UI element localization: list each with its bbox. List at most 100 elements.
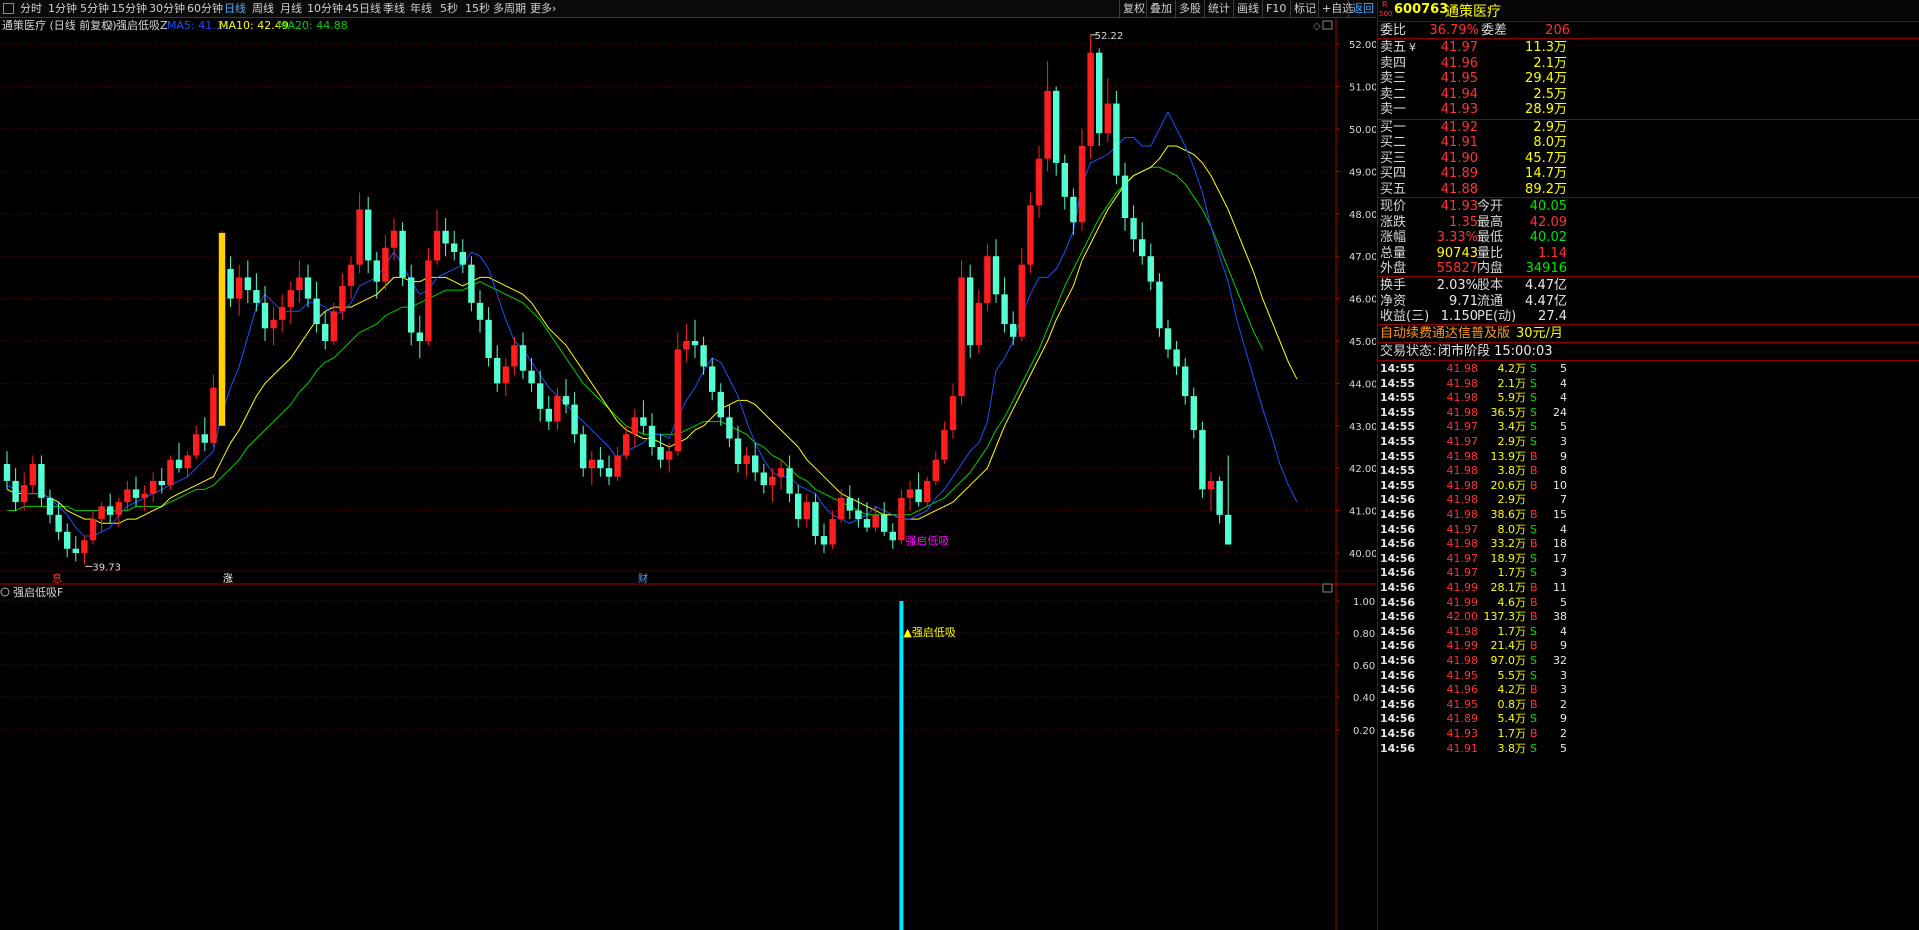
candle-body-72	[623, 434, 630, 456]
diamond-icon[interactable]: ◇	[1313, 21, 1321, 32]
tick-row[interactable]: 14:55 41.98 36.5万 S 24	[1378, 406, 1919, 421]
period-tab-3[interactable]: 15分钟	[111, 0, 147, 17]
tick-row[interactable]: 14:56 41.99 4.6万 B 5	[1378, 596, 1919, 611]
bid-row-0[interactable]: 买一 41.92 2.9万	[1378, 120, 1919, 135]
period-tab-15[interactable]: 多周期	[493, 0, 526, 17]
sub-window-icon[interactable]	[1322, 583, 1333, 593]
tick-vol-8: 20.6万	[1490, 478, 1527, 492]
period-tab-4[interactable]: 30分钟	[149, 0, 185, 17]
tick-row[interactable]: 14:55 41.97 2.9万 S 3	[1378, 435, 1919, 450]
ask-row-4[interactable]: 卖一 41.93 28.9万	[1378, 102, 1919, 117]
ask-row-0[interactable]: 卖五 ¥41.97 11.3万	[1378, 40, 1919, 55]
candle-body-68	[588, 459, 595, 469]
event-marker-2[interactable]: 涨	[223, 573, 233, 585]
indicator-name[interactable]: 强启低吸Z	[116, 19, 168, 32]
finance-v1-0: 2.03%	[1436, 278, 1478, 293]
tool-button-4[interactable]: 画线	[1233, 0, 1262, 17]
period-tab-13[interactable]: 5秒	[440, 0, 458, 17]
tick-row[interactable]: 14:56 41.98 2.9万 7	[1378, 493, 1919, 508]
tick-row[interactable]: 14:56 41.99 21.4万 B 9	[1378, 639, 1919, 654]
period-tab-1[interactable]: 1分钟	[48, 0, 77, 17]
finance-v2-0: 4.47亿	[1525, 278, 1567, 293]
tick-row[interactable]: 14:56 41.98 38.6万 B 15	[1378, 508, 1919, 523]
quote-row-1[interactable]: 涨跌 1.35 最高 42.09	[1378, 215, 1919, 230]
tick-row[interactable]: 14:55 41.98 3.8万 B 8	[1378, 464, 1919, 479]
period-tab-6[interactable]: 日线	[224, 0, 246, 17]
tool-button-3[interactable]: 统计	[1204, 0, 1233, 17]
finance-row-1[interactable]: 净资 9.71 流通 4.47亿	[1378, 294, 1919, 309]
tool-button-5[interactable]: F10	[1262, 0, 1289, 17]
window-icon[interactable]	[1322, 20, 1333, 30]
tick-row[interactable]: 14:56 41.91 3.8万 S 5	[1378, 742, 1919, 757]
period-tab-14[interactable]: 15秒	[465, 0, 490, 17]
tick-row[interactable]: 14:56 41.98 97.0万 S 32	[1378, 654, 1919, 669]
period-tab-7[interactable]: 周线	[252, 0, 274, 17]
ask-row-1[interactable]: 卖四 41.96 2.1万	[1378, 56, 1919, 71]
tick-row[interactable]: 14:55 41.98 13.9万 B 9	[1378, 450, 1919, 465]
tick-row[interactable]: 14:56 41.89 5.4万 S 9	[1378, 712, 1919, 727]
ma10-path	[6, 145, 1298, 524]
tool-button-0[interactable]: 复权	[1119, 0, 1148, 17]
period-tab-8[interactable]: 月线	[280, 0, 302, 17]
tick-row[interactable]: 14:56 41.95 0.8万 B 2	[1378, 698, 1919, 713]
period-tab-12[interactable]: 年线	[410, 0, 432, 17]
quote-row-2[interactable]: 涨幅 3.33% 最低 40.02	[1378, 230, 1919, 245]
quote-row-4[interactable]: 外盘 55827 内盘 34916	[1378, 261, 1919, 276]
bid-row-4[interactable]: 买五 41.88 89.2万	[1378, 182, 1919, 197]
sub-indicator-name[interactable]: 强启低吸F	[13, 586, 63, 599]
period-tab-5[interactable]: 60分钟	[187, 0, 223, 17]
ask-row-3[interactable]: 卖二 41.94 2.5万	[1378, 87, 1919, 102]
tick-row[interactable]: 14:56 41.97 8.0万 S 4	[1378, 523, 1919, 538]
event-marker-1[interactable]: 息	[52, 572, 62, 585]
period-tab-11[interactable]: 季线	[383, 0, 405, 17]
tool-button-6[interactable]: 标记	[1290, 0, 1319, 17]
ask-label-2: 卖三	[1380, 71, 1407, 87]
tick-row[interactable]: 14:55 41.98 5.9万 S 4	[1378, 391, 1919, 406]
tick-row[interactable]: 14:55 41.98 2.1万 S 4	[1378, 377, 1919, 392]
tick-row[interactable]: 14:56 41.98 1.7万 S 4	[1378, 625, 1919, 640]
tick-row[interactable]: 14:56 41.99 28.1万 B 11	[1378, 581, 1919, 596]
tick-row[interactable]: 14:56 41.97 1.7万 S 3	[1378, 566, 1919, 581]
tick-row[interactable]: 14:56 42.00 137.3万 B 38	[1378, 610, 1919, 625]
period-tab-0[interactable]: 分时	[20, 0, 42, 17]
tick-row[interactable]: 14:55 41.98 20.6万 B 10	[1378, 479, 1919, 494]
tick-row[interactable]: 14:56 41.96 4.2万 B 3	[1378, 683, 1919, 698]
promo-text[interactable]: 自动续费通达信普及版	[1380, 326, 1510, 341]
promo-row[interactable]: 自动续费通达信普及版 30元/月	[1378, 326, 1919, 341]
candle-11	[98, 502, 105, 532]
bid-row-1[interactable]: 买二 41.91 8.0万	[1378, 135, 1919, 150]
tick-row[interactable]: 14:56 41.98 33.2万 B 18	[1378, 537, 1919, 552]
tool-button-1[interactable]: 叠加	[1146, 0, 1175, 17]
promo-price[interactable]: 30元/月	[1516, 326, 1563, 341]
sub-tick-label-0: 1.00	[1353, 597, 1375, 608]
quote-row-3[interactable]: 总量 90743 量比 1.14	[1378, 246, 1919, 261]
tick-row[interactable]: 14:55 41.98 4.2万 S 5	[1378, 362, 1919, 377]
price-chart[interactable]: 40.00 41.00 42.00 43.00 44.00 45.00 46.00 47.00…	[0, 18, 1376, 930]
tool-button-8[interactable]: 返回	[1348, 0, 1377, 17]
period-tab-10[interactable]: 45日线	[345, 0, 381, 17]
menu-icon[interactable]	[3, 3, 14, 14]
tick-row[interactable]: 14:56 41.97 18.9万 S 17	[1378, 552, 1919, 567]
finance-row-0[interactable]: 换手 2.03% 股本 4.47亿	[1378, 278, 1919, 293]
price-axis: 40.00 41.00 42.00 43.00 44.00 45.00 46.00 47.00…	[0, 18, 1376, 930]
tool-button-2[interactable]: 多股	[1175, 0, 1204, 17]
sub-toggle-icon[interactable]	[0, 587, 10, 597]
tick-row[interactable]: 14:55 41.97 3.4万 S 5	[1378, 420, 1919, 435]
tick-row[interactable]: 14:56 41.93 1.7万 B 2	[1378, 727, 1919, 742]
quote-row-0[interactable]: 现价 41.93 今开 40.05	[1378, 199, 1919, 214]
ask-price-1: 41.96	[1440, 55, 1478, 71]
event-marker-3[interactable]: 财	[638, 572, 648, 585]
period-tab-16[interactable]: 更多›	[530, 0, 556, 17]
period-tab-2[interactable]: 5分钟	[80, 0, 109, 17]
bid-vol-4: 89.2万	[1525, 181, 1567, 197]
tick-vol-15: 28.1万	[1490, 581, 1527, 594]
candle-38	[330, 302, 337, 346]
tick-dir-5: S	[1530, 435, 1537, 448]
finance-row-2[interactable]: 收益(三) 1.150 PE(动) 27.4	[1378, 309, 1919, 324]
period-tab-9[interactable]: 10分钟	[307, 0, 343, 17]
ask-row-2[interactable]: 卖三 41.95 29.4万	[1378, 71, 1919, 86]
bid-row-3[interactable]: 买四 41.89 14.7万	[1378, 166, 1919, 181]
tick-vol-20: 97.0万	[1490, 654, 1527, 667]
bid-row-2[interactable]: 买三 41.90 45.7万	[1378, 151, 1919, 166]
tick-row[interactable]: 14:56 41.95 5.5万 S 3	[1378, 669, 1919, 684]
